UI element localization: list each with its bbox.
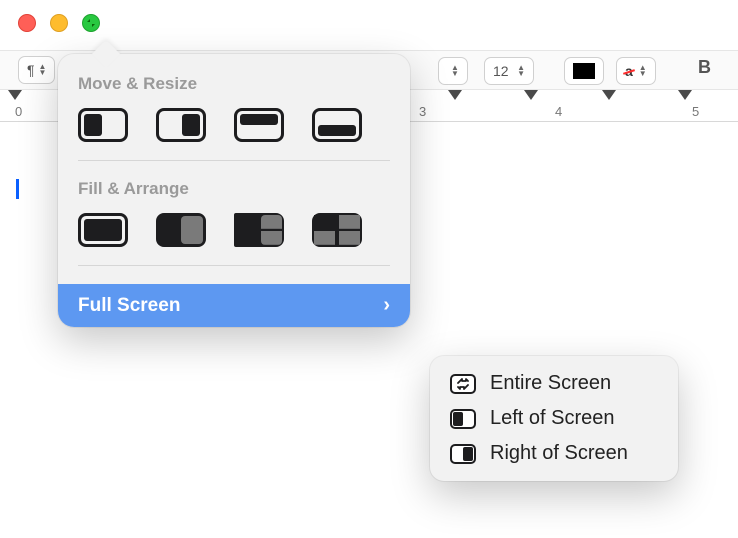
zoom-button[interactable] bbox=[82, 14, 100, 32]
move-resize-heading: Move & Resize bbox=[78, 74, 390, 94]
bold-button[interactable]: B bbox=[688, 57, 721, 78]
tab-stop-marker[interactable] bbox=[602, 90, 616, 100]
entire-screen-item[interactable]: Entire Screen bbox=[436, 366, 672, 401]
chevron-right-icon: › bbox=[383, 294, 390, 317]
ruler-tick-5: 5 bbox=[692, 104, 699, 119]
fill-screen-button[interactable] bbox=[78, 213, 128, 247]
left-of-screen-icon bbox=[450, 409, 476, 429]
tile-right-button[interactable] bbox=[156, 108, 206, 142]
zoom-icon bbox=[86, 18, 96, 28]
separator bbox=[78, 265, 390, 266]
entire-screen-label: Entire Screen bbox=[490, 372, 611, 395]
right-of-screen-label: Right of Screen bbox=[490, 442, 628, 465]
full-screen-label: Full Screen bbox=[78, 295, 180, 317]
text-color-swatch[interactable] bbox=[564, 57, 604, 85]
fill-arrange-row bbox=[78, 213, 390, 247]
tab-stop-marker[interactable] bbox=[678, 90, 692, 100]
tile-bottom-button[interactable] bbox=[312, 108, 362, 142]
left-indent-marker[interactable] bbox=[8, 90, 22, 100]
right-of-screen-item[interactable]: Right of Screen bbox=[436, 436, 672, 471]
strikethrough-color-button[interactable]: a ▲▼ bbox=[616, 57, 656, 85]
arrange-quad-button[interactable] bbox=[312, 213, 362, 247]
close-button[interactable] bbox=[18, 14, 36, 32]
fill-arrange-heading: Fill & Arrange bbox=[78, 179, 390, 199]
ruler-tick-0: 0 bbox=[15, 104, 22, 119]
ruler-tick-3: 3 bbox=[419, 104, 426, 119]
paragraph-style-dropdown[interactable]: ¶ ▲▼ bbox=[18, 56, 55, 84]
arrange-two-button[interactable] bbox=[156, 213, 206, 247]
arrange-three-button[interactable] bbox=[234, 213, 284, 247]
tile-top-button[interactable] bbox=[234, 108, 284, 142]
right-of-screen-icon bbox=[450, 444, 476, 464]
window-layout-popover: Move & Resize Fill & Arrange Full Screen… bbox=[58, 54, 410, 327]
strikethrough-icon: a bbox=[625, 63, 633, 79]
ruler-tick-4: 4 bbox=[555, 104, 562, 119]
left-of-screen-item[interactable]: Left of Screen bbox=[436, 401, 672, 436]
tile-left-button[interactable] bbox=[78, 108, 128, 142]
full-screen-submenu: Entire Screen Left of Screen Right of Sc… bbox=[430, 356, 678, 481]
move-resize-row bbox=[78, 108, 390, 142]
pilcrow-icon: ¶ bbox=[27, 62, 35, 78]
text-cursor bbox=[16, 179, 19, 199]
color-swatch-icon bbox=[573, 63, 595, 79]
tab-stop-marker[interactable] bbox=[524, 90, 538, 100]
font-size-stepper[interactable]: 12 ▲▼ bbox=[484, 57, 534, 85]
tab-stop-marker[interactable] bbox=[448, 90, 462, 100]
window-traffic-lights bbox=[18, 14, 100, 32]
entire-screen-icon bbox=[450, 374, 476, 394]
font-family-dropdown[interactable]: ▲▼ bbox=[438, 57, 468, 85]
left-of-screen-label: Left of Screen bbox=[490, 407, 615, 430]
minimize-button[interactable] bbox=[50, 14, 68, 32]
full-screen-menu-item[interactable]: Full Screen › bbox=[58, 284, 410, 327]
font-size-value: 12 bbox=[493, 63, 509, 79]
separator bbox=[78, 160, 390, 161]
